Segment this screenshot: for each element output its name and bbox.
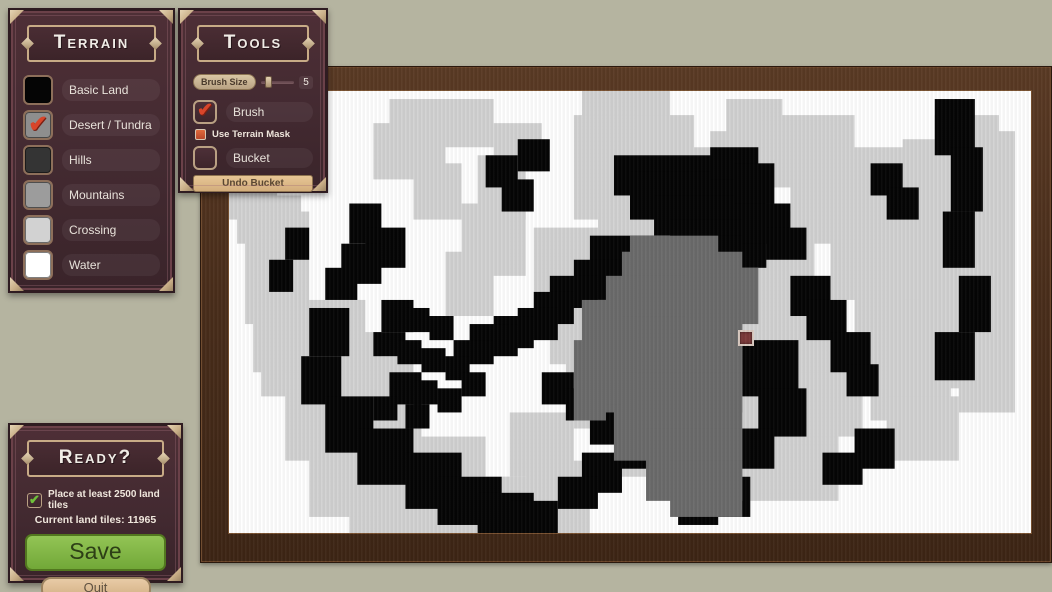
tool-bucket-label: Bucket (226, 148, 313, 168)
map-tiles[interactable] (229, 91, 1031, 533)
tools-panel-title: Tools (197, 25, 309, 62)
terrain-item-mountains[interactable]: Mountains (23, 179, 160, 210)
requirement-met-checkmark-icon (27, 492, 42, 508)
check-icon: ✔ (197, 99, 213, 121)
tool-brush[interactable]: ✔ Brush (193, 100, 313, 124)
terrain-mask-row[interactable]: Use Terrain Mask (195, 129, 313, 140)
corner-ornament-bottom-left (10, 567, 24, 581)
save-button[interactable]: Save (25, 534, 166, 571)
requirement-text: Place at least 2500 land tiles (48, 489, 160, 511)
terrain-swatch[interactable] (23, 144, 53, 175)
terrain-mask-checkbox[interactable] (195, 129, 206, 140)
terrain-panel-title: Terrain (27, 25, 156, 62)
requirement-row: Place at least 2500 land tiles (27, 489, 166, 511)
corner-ornament-top-right (159, 10, 173, 24)
terrain-list: Basic Land ✔ Desert / Tundra Hills Mountains… (21, 74, 162, 280)
brush-size-row: Brush Size 5 (193, 74, 313, 90)
brush-checkbox[interactable]: ✔ (193, 100, 217, 124)
terrain-item-label: Crossing (62, 218, 160, 241)
corner-ornament-top-left (10, 10, 24, 24)
terrain-swatch[interactable] (23, 249, 53, 280)
terrain-item-hills[interactable]: Hills (23, 144, 160, 175)
tool-bucket[interactable]: Bucket (193, 146, 313, 170)
corner-ornament-bottom-right (167, 567, 181, 581)
terrain-item-desert-tundra[interactable]: ✔ Desert / Tundra (23, 109, 160, 140)
corner-ornament-top-left (180, 10, 194, 24)
brush-size-value: 5 (299, 75, 313, 89)
undo-bucket-button[interactable]: Undo Bucket (193, 175, 313, 192)
corner-ornament-top-left (10, 425, 24, 439)
terrain-item-water[interactable]: Water (23, 249, 160, 280)
terrain-swatch[interactable]: ✔ (23, 109, 53, 140)
terrain-item-label: Hills (62, 148, 160, 171)
terrain-item-label: Desert / Tundra (62, 113, 160, 136)
terrain-swatch[interactable] (23, 214, 53, 245)
check-icon: ✔ (28, 109, 48, 136)
terrain-item-label: Water (62, 253, 160, 276)
corner-ornament-top-right (167, 425, 181, 439)
brush-size-label: Brush Size (193, 74, 256, 90)
brush-cursor (738, 330, 754, 346)
quit-button[interactable]: Quit (40, 577, 151, 592)
brush-size-slider[interactable] (260, 75, 294, 89)
terrain-mask-label: Use Terrain Mask (212, 129, 290, 140)
terrain-swatch[interactable] (23, 179, 53, 210)
corner-ornament-bottom-left (180, 177, 194, 191)
terrain-item-basic-land[interactable]: Basic Land (23, 74, 160, 105)
map-canvas[interactable] (229, 91, 1031, 533)
terrain-panel: Terrain Basic Land ✔ Desert / Tundra Hills M… (8, 8, 175, 293)
ready-panel: Ready? Place at least 2500 land tiles Cu… (8, 423, 183, 592)
terrain-item-label: Mountains (62, 183, 160, 206)
corner-ornament-bottom-right (312, 177, 326, 191)
current-tiles-text: Current land tiles: 11965 (34, 514, 157, 526)
slider-knob[interactable] (265, 76, 273, 88)
ready-panel-title: Ready? (27, 440, 164, 477)
terrain-item-crossing[interactable]: Crossing (23, 214, 160, 245)
terrain-item-label: Basic Land (62, 78, 160, 101)
tools-panel: Tools Brush Size 5 ✔ Brush Use Terrain M… (178, 8, 328, 193)
corner-ornament-top-right (312, 10, 326, 24)
tool-brush-label: Brush (226, 102, 313, 122)
bucket-checkbox[interactable] (193, 146, 217, 170)
terrain-swatch[interactable] (23, 74, 53, 105)
